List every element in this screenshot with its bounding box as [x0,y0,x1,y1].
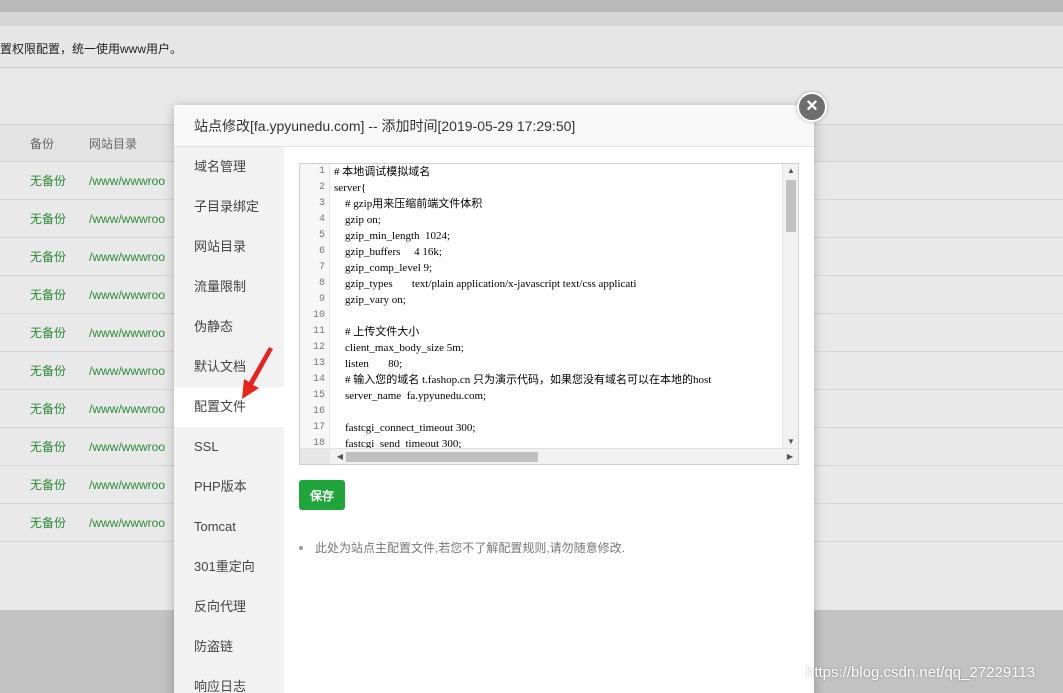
sidebar-item[interactable]: 响应日志 [174,667,284,693]
header-backup: 备份 [30,136,55,151]
horizontal-scrollbar[interactable]: ◀ ▶ [300,448,798,464]
code-line[interactable]: # 上传文件大小 [334,324,782,340]
dialog-sidebar: 域名管理 子目录绑定 网站目录 流量限制 伪静态 默认文档 配置文件 SSL PHP版本 Tomc… [174,147,284,693]
backup-status[interactable]: 无备份 [30,324,66,341]
config-editor[interactable]: 1 2 3 4 5 6 7 8 9 10 11 12 13 14 15 16 17 18 # 本地调试模拟域名 se… [299,163,799,465]
code-line[interactable]: # 本地调试模拟域名 [334,164,782,180]
code-line[interactable]: fastcgi_connect_timeout 300; [334,420,782,436]
site-dir[interactable]: /www/wwwroo [89,326,174,340]
site-dir[interactable]: /www/wwwroo [89,250,174,264]
save-button[interactable]: 保存 [299,480,345,510]
code-line[interactable]: fastcgi_send_timeout 300; [334,436,782,448]
line-number: 15 [312,390,325,401]
vertical-scrollbar[interactable]: ▲ ▼ [782,164,798,448]
line-number: 14 [312,374,325,385]
line-number: 16 [312,406,325,417]
bullet-icon [299,545,303,550]
code-line[interactable]: # gzip用来压缩前端文件体积 [334,196,782,212]
vertical-scroll-thumb[interactable] [786,180,796,232]
sidebar-item[interactable]: 网站目录 [174,227,284,267]
dialog-title: 站点修改[fa.ypyunedu.com] -- 添加时间[2019-05-29… [174,105,814,147]
line-number: 2 [318,182,325,193]
config-tip: 此处为站点主配置文件,若您不了解配置规则,请勿随意修改. [299,539,625,556]
line-number: 13 [312,358,325,369]
site-dir[interactable]: /www/wwwroo [89,478,174,492]
code-line[interactable]: gzip_types text/plain application/x-java… [334,276,782,292]
scroll-down-icon[interactable]: ▼ [783,437,798,446]
watermark: https://blog.csdn.net/qq_27229113 [806,664,1036,681]
backup-status[interactable]: 无备份 [30,438,66,455]
line-number: 7 [318,262,325,273]
code-line[interactable]: gzip_min_length 1024; [334,228,782,244]
backup-status[interactable]: 无备份 [30,210,66,227]
sidebar-item[interactable]: 流量限制 [174,267,284,307]
red-arrow-icon [242,347,273,399]
close-icon[interactable]: × [797,92,827,122]
top-bar [0,0,1063,12]
sidebar-item[interactable]: SSL [174,427,284,467]
sidebar-item[interactable]: 反向代理 [174,587,284,627]
line-number: 1 [318,166,325,177]
notice-text: 置权限配置，统一使用www用户。 [0,26,1063,68]
header-dir: 网站目录 [89,136,138,151]
sidebar-item[interactable]: 域名管理 [174,147,284,187]
backup-status[interactable]: 无备份 [30,248,66,265]
code-area[interactable]: # 本地调试模拟域名 server{ # gzip用来压缩前端文件体积 gzip … [334,164,782,448]
code-line[interactable]: gzip_comp_level 9; [334,260,782,276]
backup-status[interactable]: 无备份 [30,514,66,531]
sidebar-item[interactable]: Tomcat [174,507,284,547]
line-number: 3 [318,198,325,209]
line-number: 4 [318,214,325,225]
code-line[interactable] [334,308,782,324]
line-number: 12 [312,342,325,353]
code-line[interactable]: gzip_vary on; [334,292,782,308]
sidebar-item[interactable]: 伪静态 [174,307,284,347]
site-dir[interactable]: /www/wwwroo [89,402,174,416]
site-dir[interactable]: /www/wwwroo [89,174,174,188]
line-number: 11 [312,326,325,337]
site-dir[interactable]: /www/wwwroo [89,288,174,302]
backup-status[interactable]: 无备份 [30,286,66,303]
code-line[interactable]: gzip on; [334,212,782,228]
line-number-gutter: 1 2 3 4 5 6 7 8 9 10 11 12 13 14 15 16 17 18 [300,164,330,449]
code-line[interactable]: listen 80; [334,356,782,372]
line-number: 6 [318,246,325,257]
dialog-content: 1 2 3 4 5 6 7 8 9 10 11 12 13 14 15 16 17 18 # 本地调试模拟域名 se… [284,147,814,693]
header-band [0,12,1063,26]
line-number: 17 [312,422,325,433]
backup-status[interactable]: 无备份 [30,362,66,379]
sidebar-item[interactable]: 301重定向 [174,547,284,587]
code-line[interactable]: # 输入您的域名 t.fashop.cn 只为演示代码，如果您没有域名可以在本地… [334,372,782,388]
site-dir[interactable]: /www/wwwroo [89,212,174,226]
scroll-corner [300,449,330,464]
line-number: 9 [318,294,325,305]
horizontal-scroll-thumb[interactable] [346,452,538,462]
line-number: 8 [318,278,325,289]
code-line[interactable]: server_name fa.ypyunedu.com; [334,388,782,404]
scroll-right-icon[interactable]: ▶ [782,452,798,461]
site-dir[interactable]: /www/wwwroo [89,516,174,530]
backup-status[interactable]: 无备份 [30,400,66,417]
tip-text: 此处为站点主配置文件,若您不了解配置规则,请勿随意修改. [315,541,626,555]
sidebar-item[interactable]: 子目录绑定 [174,187,284,227]
line-number: 5 [318,230,325,241]
scroll-up-icon[interactable]: ▲ [783,166,798,175]
sidebar-item[interactable]: PHP版本 [174,467,284,507]
code-line[interactable]: server{ [334,180,782,196]
line-number: 10 [312,310,325,321]
sidebar-item[interactable]: 防盗链 [174,627,284,667]
code-line[interactable] [334,404,782,420]
site-dir[interactable]: /www/wwwroo [89,364,174,378]
backup-status[interactable]: 无备份 [30,476,66,493]
code-line[interactable]: client_max_body_size 5m; [334,340,782,356]
code-line[interactable]: gzip_buffers 4 16k; [334,244,782,260]
site-dir[interactable]: /www/wwwroo [89,440,174,454]
backup-status[interactable]: 无备份 [30,172,66,189]
